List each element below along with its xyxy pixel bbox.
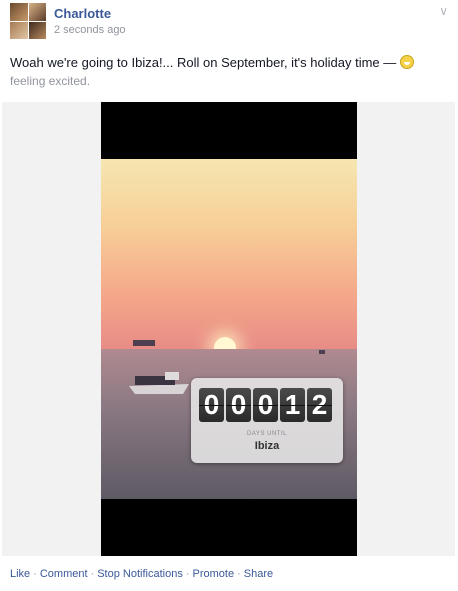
feeling-label: feeling excited.	[10, 74, 91, 88]
avatar-photo	[28, 21, 46, 39]
destination-label: Ibiza	[254, 440, 280, 452]
chevron-down-icon[interactable]: ∨	[439, 4, 448, 18]
distant-boat	[319, 350, 325, 354]
separator: ·	[185, 568, 190, 580]
promote-link[interactable]: Promote	[193, 568, 235, 580]
timestamp[interactable]: 2 seconds ago	[54, 24, 126, 36]
status-text: Woah we're going to Ibiza!... Roll on Se…	[10, 55, 440, 71]
avatar[interactable]	[10, 3, 46, 39]
countdown-digit: 0	[226, 388, 251, 422]
separator: ·	[237, 568, 241, 580]
avatar-photo	[28, 3, 46, 21]
distant-boat	[133, 340, 155, 346]
author-name[interactable]: Charlotte	[54, 6, 111, 21]
photo[interactable]: 0 0 0 1 2 DAYS UNTIL Ibiza	[101, 102, 357, 556]
status-message: Woah we're going to Ibiza!... Roll on Se…	[10, 55, 400, 70]
countdown-digit: 0	[253, 388, 278, 422]
boat	[129, 372, 189, 394]
like-link[interactable]: Like	[10, 568, 30, 580]
separator: ·	[33, 568, 37, 580]
avatar-photo	[10, 3, 28, 21]
avatar-photo	[10, 21, 28, 39]
days-until-label: DAYS UNTIL	[247, 431, 287, 437]
post-actions: Like · Comment · Stop Notifications · Promote ·…	[10, 568, 273, 580]
stop-notifications-link[interactable]: Stop Notifications	[97, 568, 183, 580]
countdown-digit: 2	[307, 388, 332, 422]
sunset-sky	[101, 159, 357, 349]
countdown-digits: 0 0 0 1 2	[199, 388, 332, 422]
countdown-widget: 0 0 0 1 2 DAYS UNTIL Ibiza	[191, 378, 343, 463]
excited-face-icon	[399, 55, 414, 69]
countdown-digit: 0	[199, 388, 224, 422]
photo-container[interactable]: 0 0 0 1 2 DAYS UNTIL Ibiza	[2, 102, 455, 556]
separator: ·	[90, 568, 95, 580]
feed-post: Charlotte 2 seconds ago ∨ Woah we're goi…	[0, 0, 458, 591]
comment-link[interactable]: Comment	[40, 568, 88, 580]
share-link[interactable]: Share	[244, 568, 273, 580]
countdown-digit: 1	[280, 388, 305, 422]
